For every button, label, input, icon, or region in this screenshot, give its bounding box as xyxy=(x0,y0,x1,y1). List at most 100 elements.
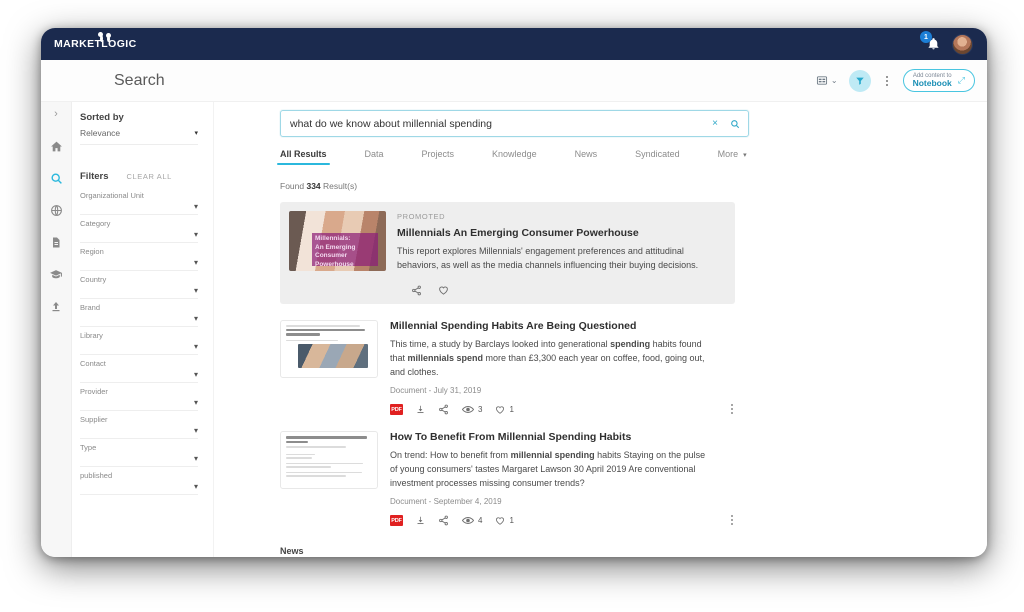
results-count: Found 334 Result(s) xyxy=(280,181,987,191)
chevron-down-icon: ▾ xyxy=(193,230,198,239)
logo-text: MARKETLOGIC xyxy=(54,38,137,50)
filter-row-contact[interactable]: Contact ▾ xyxy=(80,355,198,383)
share-icon xyxy=(412,285,421,296)
filter-row-region[interactable]: Region ▾ xyxy=(80,243,198,271)
view-mode-button[interactable]: ⌄ xyxy=(816,75,838,86)
tab-all-results[interactable]: All Results xyxy=(277,149,330,165)
filter-label: Country xyxy=(80,275,107,284)
highlight-term: spending xyxy=(610,339,651,349)
logo-mark-icon xyxy=(98,32,111,43)
promoted-description: This report explores Millennials' engage… xyxy=(397,246,699,270)
download-button[interactable] xyxy=(416,404,425,415)
result-meta: Document - September 4, 2019 xyxy=(390,497,502,506)
pdf-file-icon[interactable]: PDF xyxy=(390,515,403,526)
thumbnail-overlay-text: Millennials: An Emerging Consumer Powerh… xyxy=(312,233,378,268)
like-count-value: 1 xyxy=(509,516,514,525)
chevron-down-icon: ▾ xyxy=(193,426,198,435)
app-window: MARKETLOGIC 1 Search ⌄ Add content to No… xyxy=(41,28,987,557)
filter-row-provider[interactable]: Provider ▾ xyxy=(80,383,198,411)
tab-label: Data xyxy=(364,149,384,159)
rail-item-home[interactable] xyxy=(48,138,64,154)
chevron-down-icon: ▾ xyxy=(193,398,198,407)
filters-header: Filters CLEAR ALL xyxy=(80,171,213,182)
chevron-down-icon: ▾ xyxy=(193,314,198,323)
pdf-file-icon[interactable]: PDF xyxy=(390,404,403,415)
promoted-result-card[interactable]: Millennials: An Emerging Consumer Powerh… xyxy=(280,202,735,304)
clear-all-button[interactable]: CLEAR ALL xyxy=(127,172,172,181)
download-icon xyxy=(417,405,424,414)
chevron-down-icon: ▾ xyxy=(193,370,198,379)
graduation-cap-icon xyxy=(50,269,62,278)
download-icon xyxy=(417,516,424,525)
globe-icon xyxy=(50,204,62,216)
overlay-line-2: An Emerging xyxy=(315,243,356,251)
main-content: × All Results Data Projects Knowledge News Sy… xyxy=(214,102,987,557)
share-button[interactable] xyxy=(438,404,449,415)
share-button[interactable] xyxy=(411,285,422,296)
search-bar[interactable]: × xyxy=(280,110,749,137)
user-avatar[interactable] xyxy=(952,33,973,55)
filter-row-published[interactable]: published ▾ xyxy=(80,467,198,495)
add-content-to-notebook-button[interactable]: Add content to Notebook ⤢ xyxy=(902,68,975,93)
document-icon xyxy=(53,237,60,247)
result-tabs: All Results Data Projects Knowledge News Synd… xyxy=(277,149,747,165)
tab-data[interactable]: Data xyxy=(365,149,384,165)
filter-row-supplier[interactable]: Supplier ▾ xyxy=(80,411,198,439)
found-count: 334 xyxy=(306,181,321,191)
result-title[interactable]: Millennial Spending Habits Are Being Que… xyxy=(390,320,712,332)
filter-toggle-button[interactable] xyxy=(848,69,871,92)
header-more-button[interactable] xyxy=(882,74,892,88)
result-description: On trend: How to benefit from millennial… xyxy=(390,448,712,490)
notifications-button[interactable]: 1 xyxy=(920,31,942,54)
result-row[interactable]: How To Benefit From Millennial Spending … xyxy=(280,431,735,526)
eye-icon xyxy=(462,516,474,525)
rail-item-explore[interactable] xyxy=(48,202,64,218)
marketlogic-logo[interactable]: MARKETLOGIC xyxy=(54,32,137,50)
clear-search-icon[interactable]: × xyxy=(712,118,718,129)
page-title: Search xyxy=(114,71,165,89)
download-button[interactable] xyxy=(416,515,425,526)
like-button[interactable] xyxy=(438,285,449,296)
tab-syndicated[interactable]: Syndicated xyxy=(635,149,680,165)
like-count[interactable]: 1 xyxy=(495,405,514,415)
rail-item-search[interactable] xyxy=(48,170,64,186)
result-title[interactable]: How To Benefit From Millennial Spending … xyxy=(390,431,712,443)
filter-row-organizational-unit[interactable]: Organizational Unit ▾ xyxy=(80,187,198,215)
search-input[interactable] xyxy=(290,117,713,130)
submit-search-button[interactable] xyxy=(730,119,740,129)
promoted-actions xyxy=(411,285,719,296)
result-more-button[interactable] xyxy=(731,404,733,414)
filter-label: Category xyxy=(80,219,111,228)
filter-label: Type xyxy=(80,443,97,452)
tab-news[interactable]: News xyxy=(575,149,598,165)
result-row[interactable]: Millennial Spending Habits Are Being Que… xyxy=(280,320,735,415)
tab-more[interactable]: More ▾ xyxy=(718,149,747,165)
icon-rail: › xyxy=(41,102,72,557)
result-thumbnail[interactable] xyxy=(280,320,378,378)
filter-row-category[interactable]: Category ▾ xyxy=(80,215,198,243)
filter-row-country[interactable]: Country ▾ xyxy=(80,271,198,299)
result-more-button[interactable] xyxy=(731,515,733,525)
rail-item-academy[interactable] xyxy=(48,266,64,282)
tab-knowledge[interactable]: Knowledge xyxy=(492,149,537,165)
sorted-by-dropdown[interactable]: Relevance ▾ xyxy=(80,123,198,145)
filter-list: Organizational Unit ▾ Category ▾ Region ▾ Coun… xyxy=(80,187,213,495)
promoted-title[interactable]: Millennials An Emerging Consumer Powerho… xyxy=(397,227,719,239)
result-thumbnail[interactable] xyxy=(280,431,378,489)
like-count[interactable]: 1 xyxy=(495,516,514,526)
tab-projects[interactable]: Projects xyxy=(422,149,455,165)
chevron-down-icon: ▾ xyxy=(193,202,198,211)
filter-row-library[interactable]: Library ▾ xyxy=(80,327,198,355)
filter-row-brand[interactable]: Brand ▾ xyxy=(80,299,198,327)
filter-row-type[interactable]: Type ▾ xyxy=(80,439,198,467)
rail-item-documents[interactable] xyxy=(48,234,64,250)
top-navigation-bar: MARKETLOGIC 1 xyxy=(41,28,987,60)
tab-label: Projects xyxy=(421,149,455,159)
rail-item-upload[interactable] xyxy=(48,298,64,314)
share-button[interactable] xyxy=(438,515,449,526)
tab-label: Syndicated xyxy=(635,149,680,159)
notification-badge: 1 xyxy=(920,31,932,43)
home-icon xyxy=(50,141,62,151)
filter-label: Provider xyxy=(80,387,108,396)
expand-sidebar-button[interactable]: › xyxy=(54,108,58,122)
